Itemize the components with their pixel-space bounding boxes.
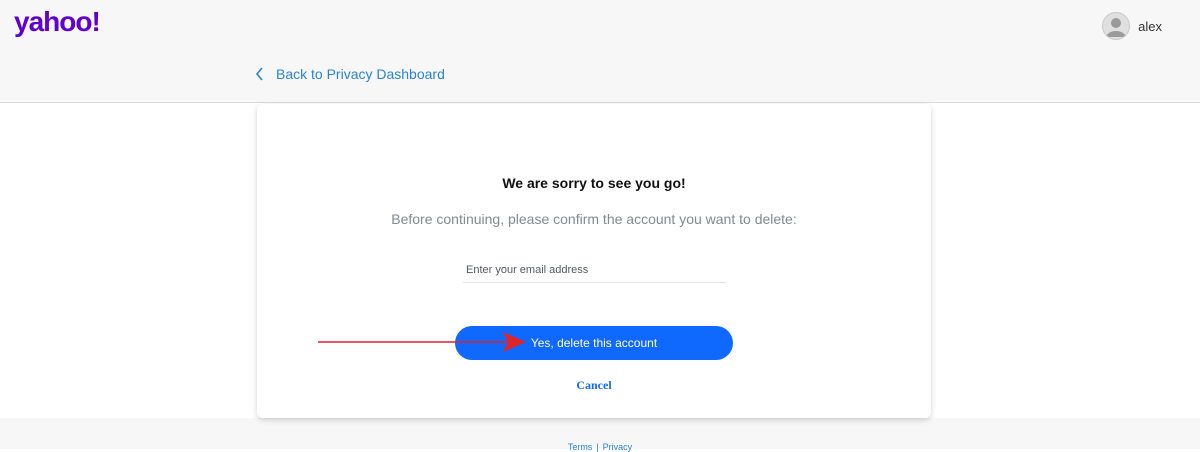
red-arrow-icon — [318, 330, 528, 359]
back-to-privacy-dashboard-link[interactable]: Back to Privacy Dashboard — [255, 66, 445, 82]
footer-separator: | — [596, 442, 599, 452]
top-header: yahoo! alex Back to Privacy Dashboard — [0, 0, 1200, 103]
cancel-link[interactable]: Cancel — [257, 378, 931, 393]
yahoo-logo[interactable]: yahoo! — [14, 6, 101, 38]
footer-links: Terms | Privacy — [0, 442, 1200, 452]
user-menu[interactable]: alex — [1102, 12, 1162, 40]
card-title: We are sorry to see you go! — [502, 175, 686, 191]
delete-account-card: We are sorry to see you go! Before conti… — [257, 104, 931, 418]
username-label[interactable]: alex — [1138, 19, 1162, 34]
email-input[interactable] — [463, 258, 726, 283]
user-avatar-icon[interactable] — [1102, 12, 1131, 40]
chevron-left-icon — [255, 67, 264, 81]
back-link-label: Back to Privacy Dashboard — [276, 66, 445, 82]
terms-link[interactable]: Terms — [568, 442, 593, 452]
privacy-link[interactable]: Privacy — [603, 442, 633, 452]
card-subtitle: Before continuing, please confirm the ac… — [391, 211, 797, 227]
